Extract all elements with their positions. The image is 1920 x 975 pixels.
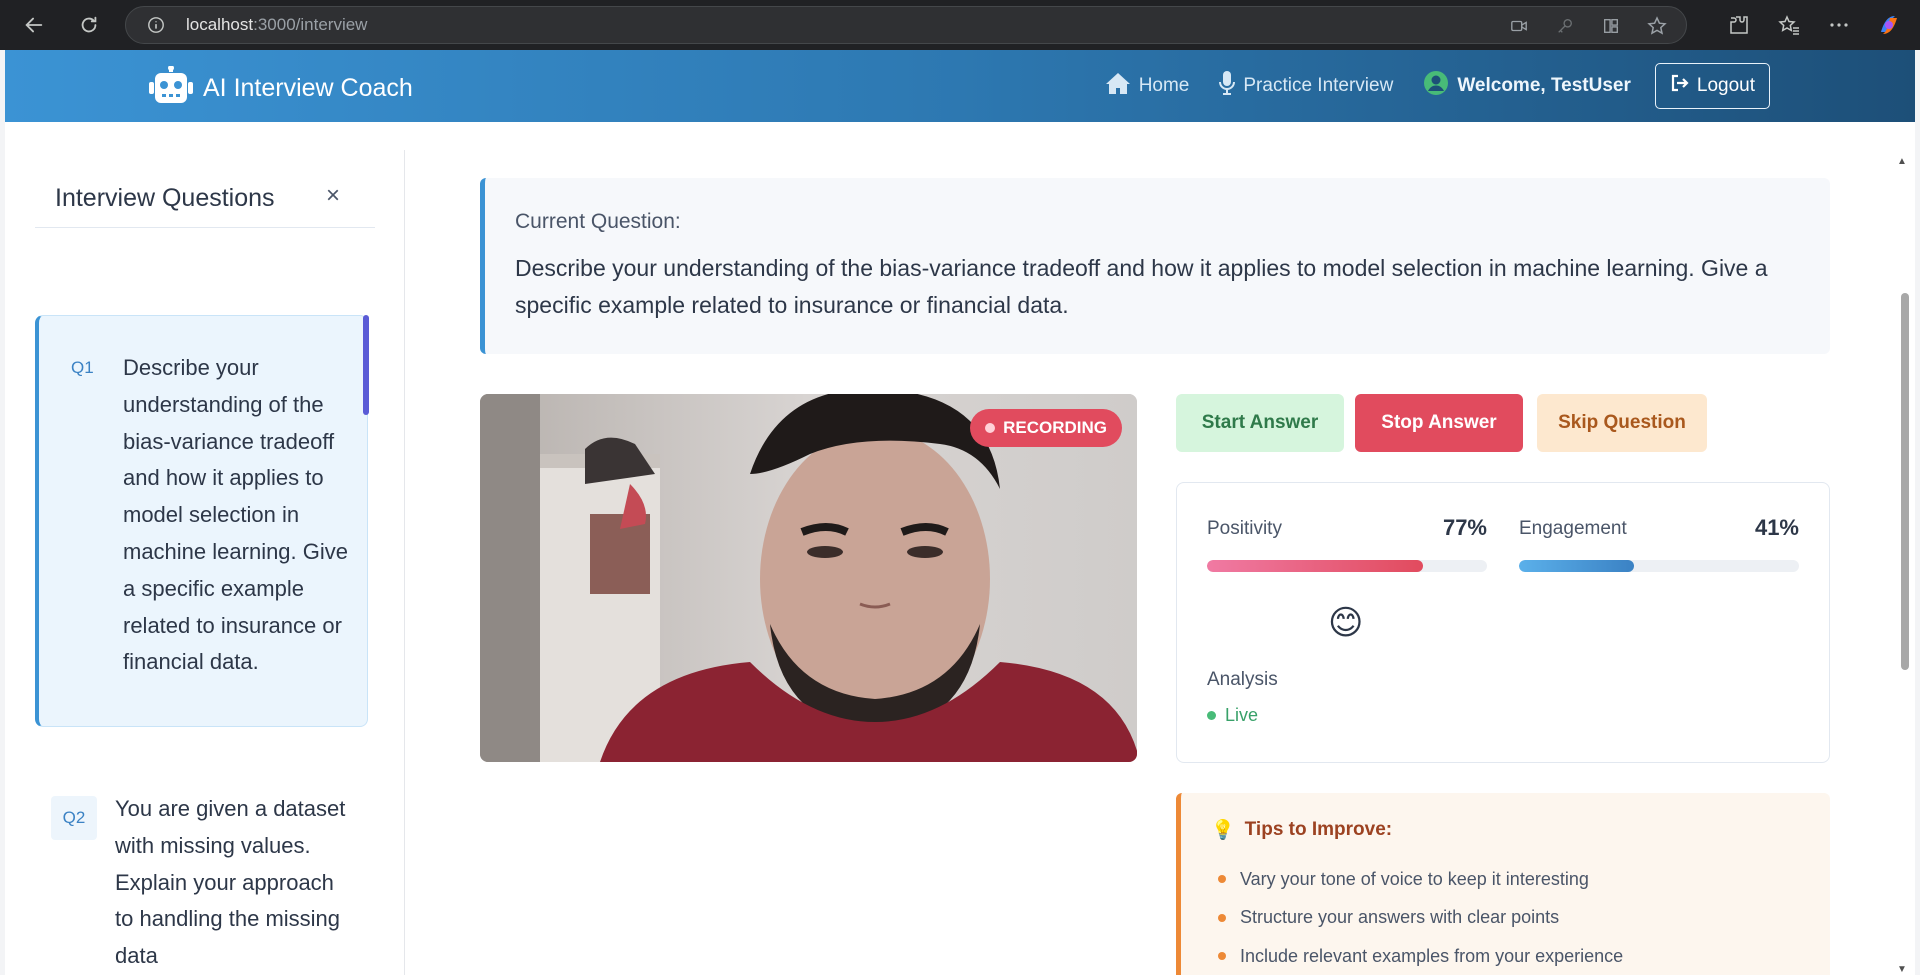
recording-badge: RECORDING [970,409,1122,447]
microphone-icon [1219,70,1236,102]
question-text: You are given a dataset with missing val… [115,796,346,969]
url-text: localhost:3000/interview [186,15,368,34]
recording-label: RECORDING [1003,418,1107,437]
scrollbar-thumb[interactable] [1901,293,1909,670]
close-icon[interactable]: × [321,182,345,209]
site-info-icon[interactable] [146,15,166,35]
positivity-label: Positivity [1207,518,1282,539]
webcam-frame [480,394,1137,762]
webcam-video: RECORDING [480,394,1137,762]
copilot-icon[interactable] [1874,5,1904,45]
positivity-bar [1207,560,1487,572]
brand[interactable]: AI Interview Coach [149,65,413,111]
positivity-value: 77% [1442,515,1487,540]
tips-title-label: Tips to Improve: [1244,819,1393,840]
welcome-user: Welcome, TestUser [1423,70,1631,102]
questions-sidebar: Interview Questions × Q1 Describe your u… [5,150,405,975]
engagement-bar-fill [1519,560,1634,572]
engagement-bar [1519,560,1799,572]
tips-title: 💡 Tips to Improve: [1211,818,1392,842]
page-scrollbar[interactable]: ▲ ▼ [1893,150,1915,975]
current-question-card: Current Question: Describe your understa… [480,178,1830,354]
scroll-up-icon[interactable]: ▲ [1897,156,1907,167]
current-question-label: Current Question: [515,210,681,233]
nav-practice-interview[interactable]: Practice Interview [1219,70,1393,102]
live-status: Live [1207,705,1258,726]
browser-toolbar: localhost:3000/interview [0,0,1920,50]
start-answer-button[interactable]: Start Answer [1176,394,1344,452]
key-icon[interactable] [1554,15,1576,37]
question-item-q2[interactable]: Q2 You are given a dataset with missing … [35,762,368,975]
question-item-q1[interactable]: Q1 Describe your understanding of the bi… [35,315,369,727]
favorites-icon[interactable] [1774,5,1804,45]
current-question-text: Describe your understanding of the bias-… [515,255,1768,318]
lightbulb-icon: 💡 [1211,820,1235,841]
more-icon[interactable] [1824,5,1854,45]
bullet-icon [1218,952,1226,961]
apps-icon[interactable] [1600,15,1622,37]
stop-answer-button[interactable]: Stop Answer [1355,394,1523,452]
main-content: Current Question: Describe your understa… [435,150,1875,975]
question-number: Q2 [51,796,97,840]
app-navbar: AI Interview Coach Home Practice Intervi… [5,50,1915,122]
engagement-label: Engagement [1519,518,1627,539]
welcome-label: Welcome, TestUser [1457,75,1631,96]
sidebar-title: Interview Questions [55,184,275,212]
star-icon[interactable] [1646,15,1668,37]
live-dot-icon [1207,711,1216,720]
sidebar-header: Interview Questions × [35,170,375,228]
tips-list: Vary your tone of voice to keep it inter… [1211,860,1623,975]
tip-item: Structure your answers with clear points [1211,899,1623,938]
question-text: Describe your understanding of the bias-… [123,355,349,675]
address-bar[interactable]: localhost:3000/interview [125,6,1687,44]
interview-page: Interview Questions × Q1 Describe your u… [5,122,1915,975]
engagement-value: 41% [1754,515,1799,540]
back-icon[interactable] [14,5,54,45]
emotion-emoji-icon: 😊 [1328,604,1364,642]
nav-practice-label: Practice Interview [1243,75,1394,96]
nav-home[interactable]: Home [1105,71,1190,101]
live-label: Live [1225,705,1259,725]
record-dot-icon [985,423,996,433]
nav-home-label: Home [1138,75,1190,96]
tip-item: Include relevant examples from your expe… [1211,937,1623,975]
analysis-label: Analysis [1207,669,1278,690]
tips-card: 💡 Tips to Improve: Vary your tone of voi… [1176,793,1830,975]
bullet-icon [1218,875,1226,884]
app-title: AI Interview Coach [203,74,413,102]
camera-icon[interactable] [1508,15,1530,37]
reload-icon[interactable] [69,5,109,45]
logout-label: Logout [1696,75,1755,96]
skip-question-button[interactable]: Skip Question [1537,394,1707,452]
home-icon [1105,71,1131,101]
question-number: Q1 [71,358,94,377]
positivity-bar-fill [1207,560,1423,572]
robot-icon [149,65,193,111]
tip-item: Vary your tone of voice to keep it inter… [1211,860,1623,899]
analysis-metrics-card: Positivity 77% Engagement 41% 😊 Analysis… [1176,482,1830,763]
extensions-icon[interactable] [1724,5,1754,45]
logout-icon [1670,73,1690,99]
scroll-down-icon[interactable]: ▼ [1897,964,1907,975]
user-avatar-icon [1423,70,1449,102]
logout-button[interactable]: Logout [1654,63,1770,109]
bullet-icon [1218,913,1226,922]
